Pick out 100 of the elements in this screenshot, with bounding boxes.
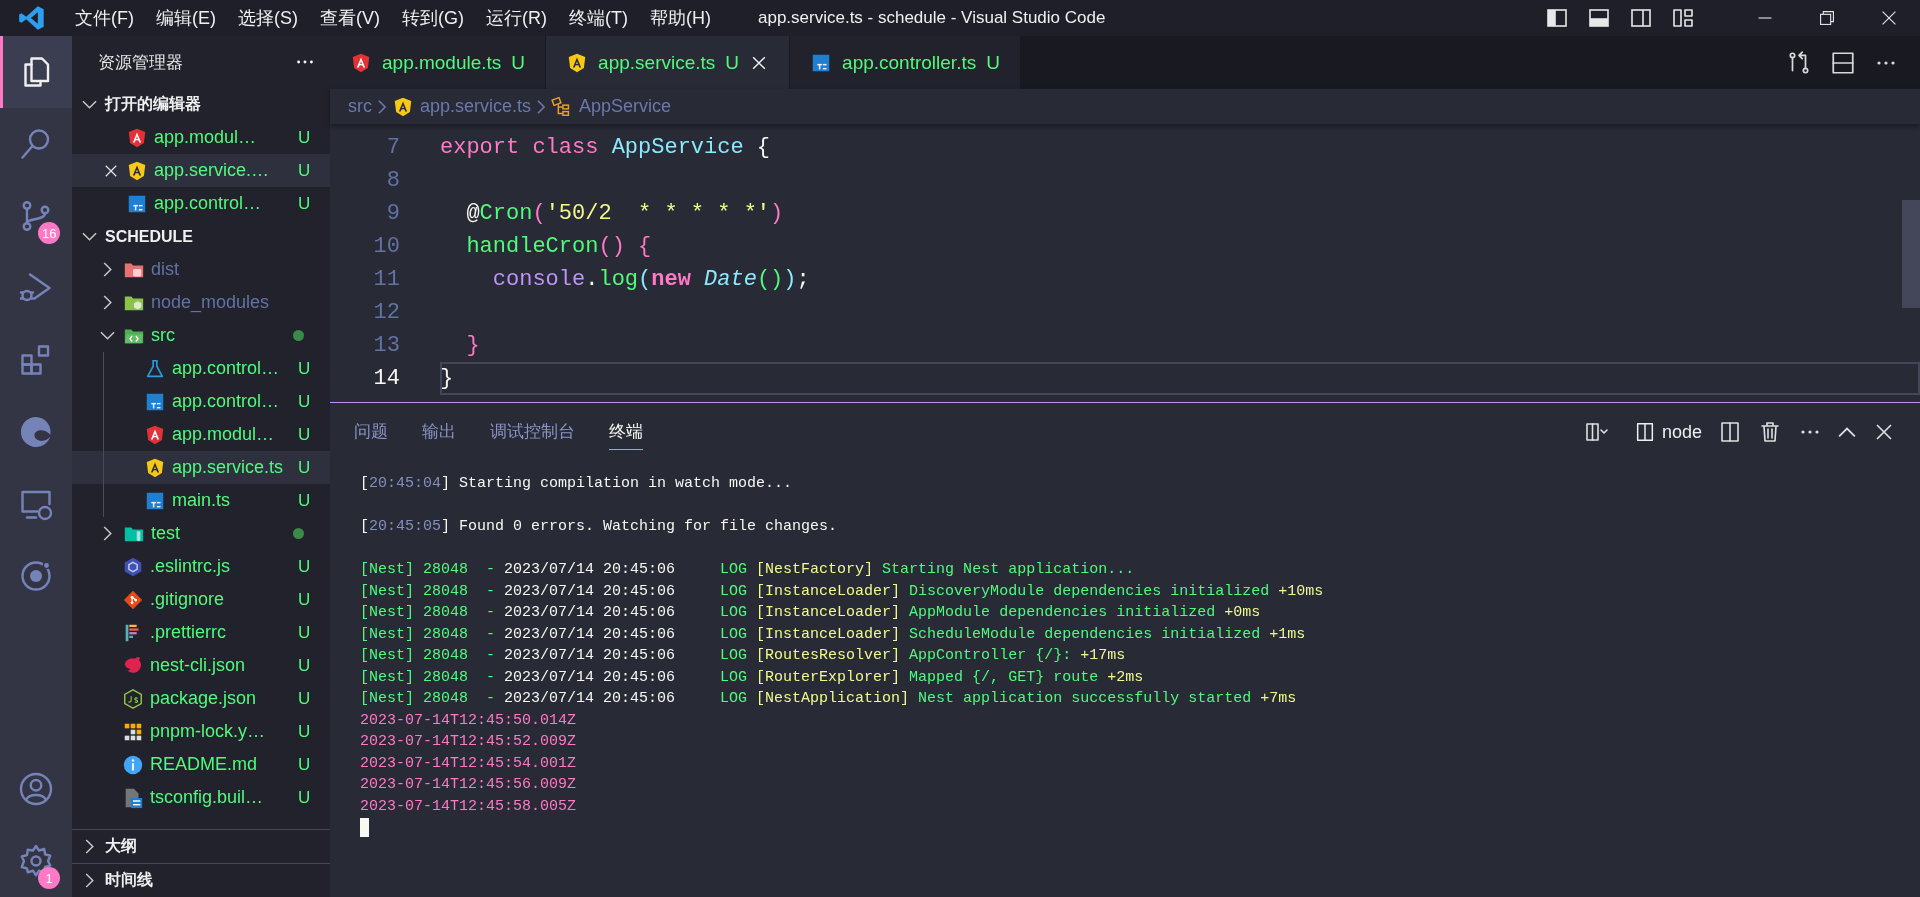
- git-status: U: [298, 589, 312, 610]
- file-row[interactable]: .eslintrc.js U: [72, 550, 330, 583]
- text-cursor: [360, 817, 369, 837]
- menu-item[interactable]: 帮助(H): [638, 3, 722, 33]
- git-status: U: [298, 721, 312, 742]
- scrollbar-thumb[interactable]: [1902, 200, 1920, 308]
- diamond-icon: [122, 588, 144, 611]
- trash-icon[interactable]: [1758, 420, 1782, 444]
- hexagon-icon: [122, 555, 144, 578]
- shield-icon: [144, 456, 166, 479]
- git-status: U: [298, 391, 312, 412]
- git-status: U: [298, 556, 312, 577]
- file-row[interactable]: tsconfig.buil… U: [72, 781, 330, 814]
- panel-tab[interactable]: 问题: [354, 414, 388, 450]
- terminal-selector[interactable]: node: [1633, 421, 1702, 443]
- files-tab[interactable]: [0, 36, 72, 108]
- open-editor-row[interactable]: app.modul… U: [72, 121, 330, 154]
- git-status: U: [298, 622, 312, 643]
- chevron-down-icon: [100, 331, 115, 340]
- file-row[interactable]: .gitignore U: [72, 583, 330, 616]
- terminal-line: 2023-07-14T12:45:52.009Z: [360, 732, 578, 752]
- code-line: }: [440, 362, 1920, 395]
- file-row[interactable]: nest-cli.json U: [72, 649, 330, 682]
- shield-icon: [144, 423, 166, 446]
- count-badge: 1: [38, 867, 60, 889]
- code-line: @Cron('50/2 * * * * *'): [465, 200, 785, 228]
- info-icon: [122, 753, 144, 776]
- panel-tab[interactable]: 终端: [609, 414, 643, 450]
- shield-icon: [126, 126, 148, 149]
- compare-changes-icon[interactable]: [1786, 49, 1812, 76]
- status-dot: [293, 528, 304, 539]
- menu-item[interactable]: 文件(F): [64, 3, 145, 33]
- menu-item[interactable]: 终端(T): [558, 3, 639, 33]
- file-row[interactable]: app.control… U: [72, 352, 330, 385]
- panel-tab[interactable]: 输出: [422, 414, 456, 450]
- terminal-line: 2023-07-14T12:45:54.001Z: [360, 753, 578, 774]
- chevron-right-icon: [85, 839, 94, 854]
- account-icon: [18, 771, 54, 807]
- git-status: U: [298, 457, 312, 478]
- panel-tab[interactable]: 调试控制台: [490, 414, 575, 450]
- file-row[interactable]: app.modul… U: [72, 418, 330, 451]
- terminal-line: [Nest] 28048 - 2023/07/14 20:45:06 LOG [NestFactory] Starting Nest application...: [360, 560, 1136, 580]
- count-badge: 16: [38, 222, 61, 244]
- folder-row[interactable]: test: [72, 517, 330, 550]
- file-row[interactable]: package.json U: [72, 682, 330, 715]
- code-line: export class AppService {: [440, 134, 772, 162]
- chevron-down-icon: [82, 232, 97, 241]
- shield-icon: [126, 159, 148, 182]
- code-line: handleCron() {: [465, 233, 653, 261]
- terminal-line: 2023-07-14T12:45:58.005Z: [360, 796, 578, 817]
- file-row[interactable]: pnpm-lock.y… U: [72, 715, 330, 748]
- editor-tab[interactable]: app.controller.ts U: [790, 36, 1021, 89]
- chevron-up-icon[interactable]: [1838, 426, 1856, 438]
- git-status: U: [298, 688, 312, 709]
- git-status: U: [298, 160, 312, 181]
- section-header[interactable]: SCHEDULE: [72, 220, 330, 253]
- file-row[interactable]: app.control… U: [72, 385, 330, 418]
- terminal-line: [20:45:04] Starting compilation in watch mode...: [360, 474, 794, 494]
- terminal-line: [Nest] 28048 - 2023/07/14 20:45:06 LOG [InstanceLoader] AppModule dependencies initialized +0ms: [360, 603, 1262, 623]
- editor-tab[interactable]: app.service.ts U: [546, 36, 791, 89]
- line-number: 13: [372, 333, 400, 358]
- terminal-line: [20:45:05] Found 0 errors. Watching for file changes.: [360, 517, 839, 537]
- open-editor-row[interactable]: app.service.… U: [72, 154, 330, 187]
- terminal-line: [Nest] 28048 - 2023/07/14 20:45:06 LOG [RouterExplorer] Mapped {/, GET} route +2ms: [360, 667, 1145, 688]
- chevron-right-icon: [103, 262, 112, 277]
- menu-item[interactable]: 选择(S): [227, 3, 309, 33]
- git-status: U: [298, 787, 312, 808]
- file-row[interactable]: .prettierrc U: [72, 616, 330, 649]
- section-header[interactable]: 打开的编辑器: [72, 88, 330, 121]
- git-status: U: [298, 127, 312, 148]
- layout-toggle-icon[interactable]: [1587, 6, 1611, 30]
- split-terminal-icon[interactable]: [1718, 420, 1742, 444]
- editor-tab[interactable]: app.module.ts U: [330, 36, 547, 89]
- menu-item[interactable]: 运行(R): [475, 3, 558, 33]
- file-row[interactable]: README.md U: [72, 748, 330, 781]
- terminal-line: [Nest] 28048 - 2023/07/14 20:45:06 LOG [InstanceLoader] ScheduleModule dependencies initialized +1ms: [360, 624, 1307, 645]
- folder-row[interactable]: src: [72, 319, 330, 352]
- line-number: 11: [372, 267, 400, 292]
- menu-item[interactable]: 编辑(E): [145, 3, 227, 33]
- window-title: app.service.ts - schedule - Visual Studio Code: [757, 8, 1106, 28]
- layout-options-icon[interactable]: [1671, 6, 1695, 30]
- line-number: 9: [385, 201, 400, 226]
- terminal-line: 2023-07-14T12:45:50.014Z: [360, 710, 578, 731]
- code-line: }: [465, 332, 481, 360]
- menu-item[interactable]: 转到(G): [391, 3, 475, 33]
- git-status: U: [298, 358, 312, 379]
- layout-toggle-icon[interactable]: [1629, 6, 1653, 30]
- chevron-right-icon: [103, 526, 112, 541]
- ring-icon: [18, 558, 54, 594]
- line-number: 12: [372, 300, 400, 325]
- terminal-line: 2023-07-14T12:45:56.009Z: [360, 775, 578, 795]
- file-row[interactable]: app.service.ts U: [72, 451, 330, 484]
- file-row[interactable]: main.ts U: [72, 484, 330, 517]
- menu-item[interactable]: 查看(V): [309, 3, 391, 33]
- git-status: U: [298, 655, 312, 676]
- chevron-right-icon: [378, 99, 386, 114]
- git-status: U: [298, 754, 312, 775]
- split-editor-icon[interactable]: [1830, 49, 1856, 76]
- layout-toggle-icon[interactable]: [1545, 6, 1569, 30]
- open-editor-row[interactable]: app.control… U: [72, 187, 330, 220]
